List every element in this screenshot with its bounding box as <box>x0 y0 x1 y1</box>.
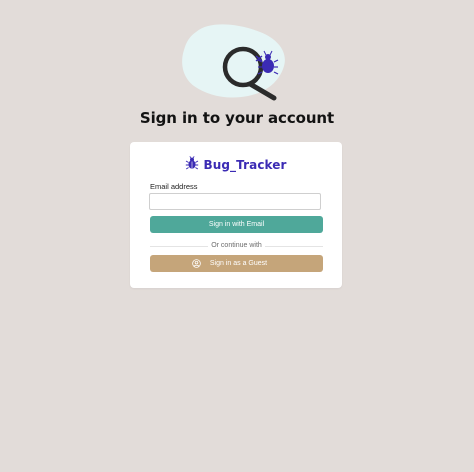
guest-button-label: Sign in as a Guest <box>209 260 268 267</box>
sign-in-email-button[interactable]: Sign in with Email <box>150 216 323 233</box>
divider: Or continue with <box>150 241 323 251</box>
brand: Bug_Tracker <box>130 155 342 175</box>
divider-text: Or continue with <box>211 242 262 249</box>
hero-illustration <box>178 22 290 104</box>
sign-in-card: Bug_Tracker Email address Sign in with E… <box>130 142 342 288</box>
sign-in-guest-button[interactable]: Sign in as a Guest <box>150 255 323 272</box>
magnifier-bug-icon <box>182 24 285 101</box>
brand-name: Bug_Tracker <box>203 158 287 172</box>
page-title: Sign in to your account <box>139 109 335 127</box>
email-label: Email address <box>150 182 198 191</box>
bug-icon <box>185 155 199 175</box>
email-field[interactable] <box>149 193 321 210</box>
